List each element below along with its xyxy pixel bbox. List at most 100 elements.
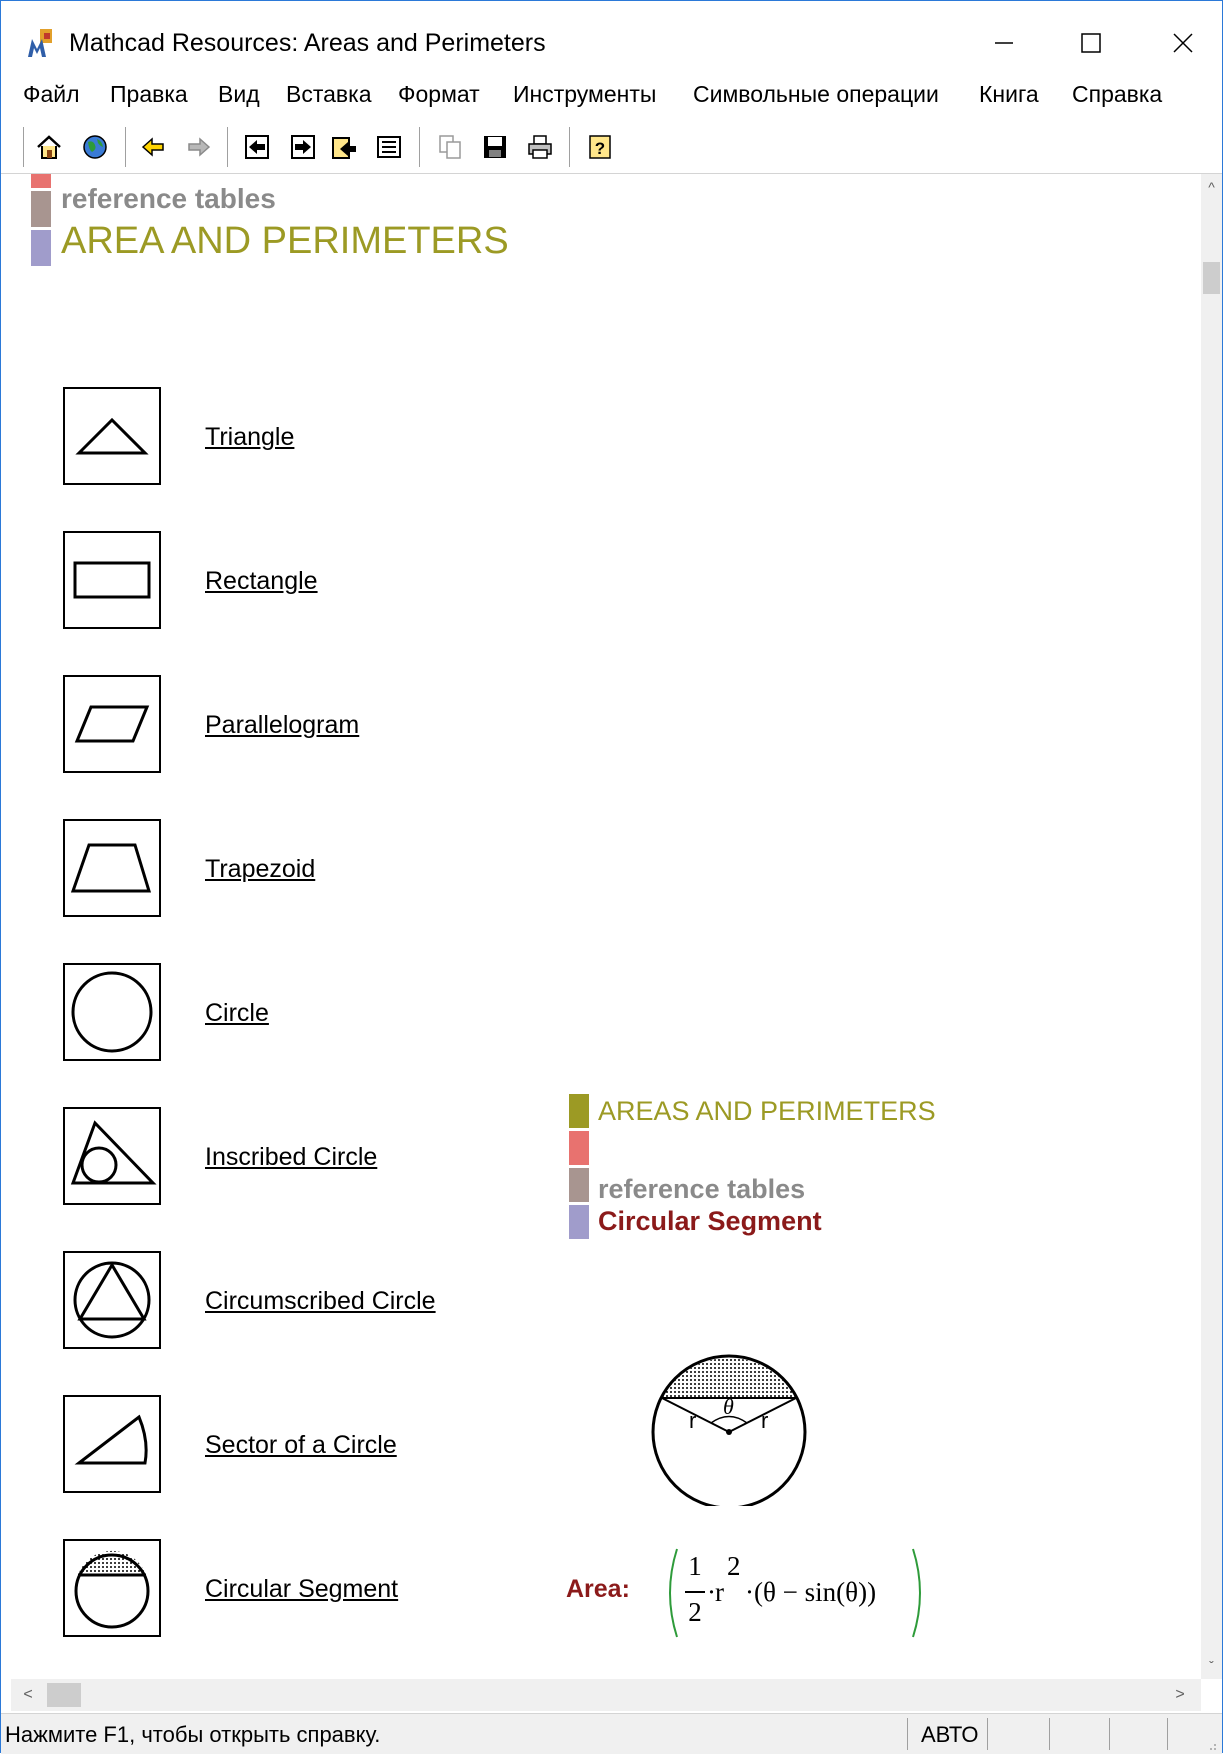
help-button[interactable]: ?	[584, 131, 616, 163]
link-circle[interactable]: Circle	[205, 999, 269, 1028]
close-icon	[1173, 33, 1193, 53]
scroll-right-icon[interactable]: >	[1165, 1679, 1195, 1711]
inscribed-circle-icon	[70, 1120, 157, 1185]
radius-variable: r	[715, 1577, 724, 1607]
circle-icon	[71, 971, 153, 1053]
toolbar-separator	[569, 127, 573, 167]
status-divider	[987, 1718, 988, 1750]
menu-format[interactable]: Формат	[398, 81, 480, 108]
bookmark-button[interactable]	[373, 131, 405, 163]
header-bar-red	[31, 174, 51, 188]
panel-reference-tables: reference tables	[598, 1174, 806, 1204]
link-circumscribed-circle[interactable]: Circumscribed Circle	[205, 1287, 436, 1316]
panel-bar-brown	[569, 1168, 589, 1202]
status-mode: АВТО	[921, 1722, 979, 1747]
vertical-scrollbar[interactable]: ^ ˇ	[1201, 174, 1222, 1679]
up-page-icon	[332, 137, 356, 159]
panel-bar-red	[569, 1131, 589, 1165]
document-area[interactable]: reference tables AREA AND PERIMETERS Tri…	[11, 174, 1201, 1679]
maximize-button[interactable]	[1056, 15, 1126, 71]
resize-grip-icon[interactable]	[1204, 1738, 1218, 1752]
help-icon: ?	[589, 135, 611, 159]
copy-button[interactable]	[434, 131, 466, 163]
exponent: 2	[727, 1551, 741, 1581]
menu-file[interactable]: Файл	[23, 81, 80, 108]
sector-thumbnail[interactable]	[63, 1395, 161, 1493]
app-window: Mathcad Resources: Areas and Perimeters …	[0, 0, 1223, 1754]
menu-book[interactable]: Книга	[979, 81, 1039, 108]
menu-bar: Файл Правка Вид Вставка Формат Инструмен…	[1, 79, 1222, 119]
menu-insert[interactable]: Вставка	[286, 81, 372, 108]
scroll-left-icon[interactable]: <	[13, 1679, 43, 1711]
rectangle-icon	[73, 561, 151, 599]
rectangle-thumbnail[interactable]	[63, 531, 161, 629]
link-trapezoid[interactable]: Trapezoid	[205, 855, 315, 884]
link-circular-segment[interactable]: Circular Segment	[205, 1575, 398, 1604]
prev-page-button[interactable]	[241, 131, 273, 163]
right-paren	[912, 1548, 921, 1638]
menu-symbolics[interactable]: Символьные операции	[693, 81, 939, 108]
link-triangle[interactable]: Triangle	[205, 423, 294, 452]
area-formula[interactable]: 1 2 · r 2 ·(θ − sin(θ))	[661, 1547, 931, 1639]
radius-label-right: r	[761, 1408, 768, 1433]
triangle-icon	[75, 417, 149, 455]
print-button[interactable]	[524, 131, 556, 163]
menu-view[interactable]: Вид	[218, 81, 260, 108]
header-bar-brown	[31, 191, 51, 227]
parallelogram-icon	[74, 705, 150, 743]
page-title: AREA AND PERIMETERS	[61, 220, 509, 262]
circular-segment-icon	[74, 1550, 150, 1629]
next-page-button[interactable]	[287, 131, 319, 163]
theta-label: θ	[723, 1394, 734, 1419]
fraction-denominator: 2	[688, 1597, 702, 1627]
area-label: Area:	[566, 1575, 630, 1603]
save-button[interactable]	[479, 131, 511, 163]
inscribed-circle-thumbnail[interactable]	[63, 1107, 161, 1205]
home-button[interactable]	[33, 131, 65, 163]
horizontal-scroll-thumb[interactable]	[47, 1683, 81, 1707]
circumscribed-circle-icon	[73, 1261, 151, 1339]
circular-segment-thumbnail[interactable]	[63, 1539, 161, 1637]
circle-thumbnail[interactable]	[63, 963, 161, 1061]
web-button[interactable]	[79, 131, 111, 163]
forward-button[interactable]	[183, 131, 215, 163]
horizontal-scrollbar[interactable]: < >	[11, 1679, 1201, 1711]
scroll-down-icon[interactable]: ˇ	[1201, 1653, 1222, 1679]
link-parallelogram[interactable]: Parallelogram	[205, 711, 359, 740]
status-bar: Нажмите F1, чтобы открыть справку. АВТО	[1, 1713, 1222, 1754]
sector-icon	[74, 1414, 148, 1465]
left-paren	[669, 1548, 678, 1638]
panel-bar-purple	[569, 1205, 589, 1239]
panel-subtitle: Circular Segment	[598, 1206, 822, 1236]
panel-title: AREAS AND PERIMETERS	[598, 1096, 936, 1126]
triangle-thumbnail[interactable]	[63, 387, 161, 485]
back-button[interactable]	[137, 131, 169, 163]
scroll-up-icon[interactable]: ^	[1201, 174, 1222, 200]
circumscribed-circle-thumbnail[interactable]	[63, 1251, 161, 1349]
link-sector-of-a-circle[interactable]: Sector of a Circle	[205, 1431, 397, 1460]
window-title: Mathcad Resources: Areas and Perimeters	[69, 29, 546, 57]
trapezoid-thumbnail[interactable]	[63, 819, 161, 917]
globe-icon	[83, 135, 107, 159]
parallelogram-thumbnail[interactable]	[63, 675, 161, 773]
menu-edit[interactable]: Правка	[110, 81, 188, 108]
print-icon	[528, 135, 552, 159]
copy-icon	[439, 135, 461, 159]
status-message: Нажмите F1, чтобы открыть справку.	[5, 1722, 381, 1747]
panel-bar-olive	[569, 1094, 589, 1128]
maximize-icon	[1081, 33, 1101, 53]
save-icon	[484, 136, 506, 158]
status-divider	[907, 1718, 908, 1750]
mathcad-app-icon[interactable]	[26, 27, 56, 59]
toolbar-grip[interactable]	[19, 127, 24, 167]
link-rectangle[interactable]: Rectangle	[205, 567, 318, 596]
menu-tools[interactable]: Инструменты	[513, 81, 656, 108]
close-button[interactable]	[1148, 15, 1218, 71]
link-inscribed-circle[interactable]: Inscribed Circle	[205, 1143, 377, 1172]
reference-tables-label: reference tables	[61, 183, 276, 214]
up-page-button[interactable]	[328, 131, 360, 163]
trapezoid-icon	[70, 843, 152, 893]
minimize-button[interactable]	[969, 15, 1039, 71]
vertical-scroll-thumb[interactable]	[1203, 262, 1220, 294]
menu-help[interactable]: Справка	[1072, 81, 1162, 108]
